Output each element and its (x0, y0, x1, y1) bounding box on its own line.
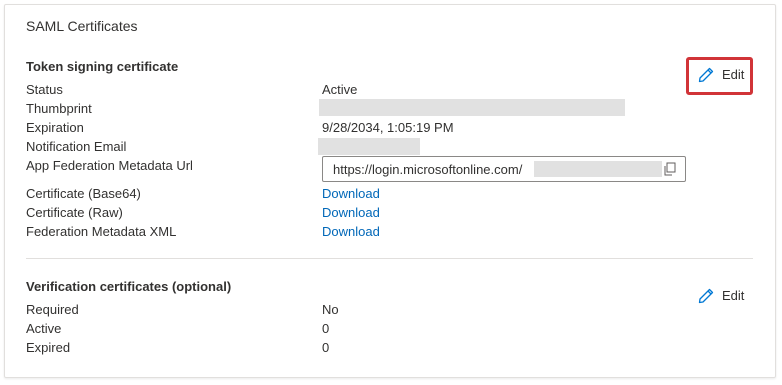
cert-base64-download-link[interactable]: Download (322, 186, 380, 201)
expired-row: Expired 0 (26, 340, 726, 359)
thumbprint-redacted (319, 99, 625, 116)
federation-xml-download-link[interactable]: Download (322, 224, 380, 239)
pencil-icon (698, 67, 714, 83)
saml-certificates-card: SAML Certificates Token signing certific… (4, 4, 776, 378)
token-signing-edit-button[interactable]: Edit (688, 60, 750, 90)
cert-raw-row: Certificate (Raw) Download (26, 205, 726, 224)
expiration-value: 9/28/2034, 1:05:19 PM (322, 120, 454, 135)
cert-base64-label: Certificate (Base64) (26, 186, 141, 201)
metadata-url-field[interactable]: https://login.microsoftonline.com/ (322, 156, 686, 182)
federation-xml-label: Federation Metadata XML (26, 224, 177, 239)
metadata-url-redacted (534, 161, 662, 177)
required-value: No (322, 302, 339, 317)
metadata-url-value: https://login.microsoftonline.com/ (333, 162, 523, 177)
pencil-icon (698, 288, 714, 304)
metadata-url-label: App Federation Metadata Url (26, 158, 193, 173)
expiration-row: Expiration 9/28/2034, 1:05:19 PM (26, 120, 726, 139)
verification-edit-button[interactable]: Edit (688, 281, 750, 311)
card-title: SAML Certificates (26, 18, 138, 34)
thumbprint-label: Thumbprint (26, 101, 92, 116)
token-signing-title: Token signing certificate (26, 59, 179, 74)
section-divider (26, 258, 753, 259)
expired-label: Expired (26, 340, 71, 355)
copy-icon[interactable] (663, 162, 677, 176)
notification-email-label: Notification Email (26, 139, 127, 154)
federation-xml-row: Federation Metadata XML Download (26, 224, 726, 243)
status-label: Status (26, 82, 63, 97)
expiration-label: Expiration (26, 120, 84, 135)
active-value: 0 (322, 321, 330, 336)
verification-title: Verification certificates (optional) (26, 279, 232, 294)
active-label: Active (26, 321, 62, 336)
edit-label: Edit (722, 67, 745, 82)
cert-base64-row: Certificate (Base64) Download (26, 186, 726, 205)
required-label: Required (26, 302, 79, 317)
edit-label: Edit (722, 288, 745, 303)
expired-value: 0 (322, 340, 330, 355)
cert-raw-label: Certificate (Raw) (26, 205, 123, 220)
notification-email-redacted (318, 138, 420, 155)
status-value: Active (322, 82, 358, 97)
active-row: Active 0 (26, 321, 726, 340)
cert-raw-download-link[interactable]: Download (322, 205, 380, 220)
required-row: Required No (26, 302, 726, 321)
